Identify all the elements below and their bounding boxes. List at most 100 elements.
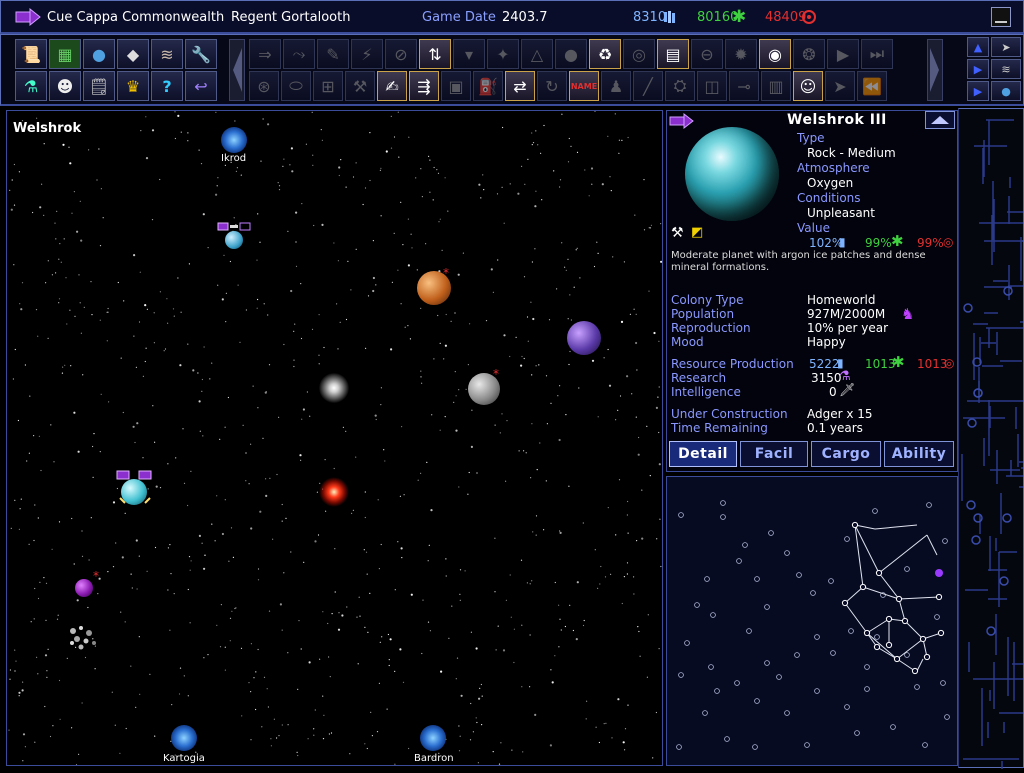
circuit-decoration xyxy=(958,108,1024,773)
fleet-marker-icon[interactable] xyxy=(115,469,155,481)
tab-detail[interactable]: Detail xyxy=(669,441,737,467)
rename-button[interactable]: NAME xyxy=(569,71,599,101)
repair-icon: ⊖ xyxy=(700,44,714,64)
fleets-button[interactable]: ≋ xyxy=(151,39,183,69)
empire-menu-button[interactable] xyxy=(15,7,41,27)
chess-button[interactable]: ♟ xyxy=(601,71,631,101)
planet-menu-button[interactable] xyxy=(669,112,695,130)
scrap-button[interactable]: ▤ xyxy=(657,39,689,69)
sentry-button[interactable]: ⊛ xyxy=(249,71,279,101)
tab-ability[interactable]: Ability xyxy=(884,441,954,467)
tab-facil[interactable]: Facil xyxy=(740,441,808,467)
ships-button[interactable]: ◆ xyxy=(117,39,149,69)
head-button[interactable]: ☺ xyxy=(793,71,823,101)
asteroid-field[interactable] xyxy=(67,623,101,653)
notes-icon: 🗒 xyxy=(88,76,110,96)
galaxy-minimap[interactable] xyxy=(666,476,992,766)
fleet-marker-icon[interactable] xyxy=(217,221,253,233)
move-button[interactable]: ⇒ xyxy=(249,39,281,69)
drop-icon: ▾ xyxy=(464,44,474,64)
skip-end-button[interactable]: ⏭ xyxy=(861,39,893,69)
planet-small-blue[interactable] xyxy=(225,231,243,249)
play-button[interactable]: ▶ xyxy=(827,39,859,69)
warp-point-ikrod[interactable] xyxy=(221,127,247,153)
next-button[interactable]: ▶ xyxy=(967,81,989,101)
planet-small-purple[interactable] xyxy=(75,579,93,597)
time-remaining-value: 0.1 years xyxy=(807,421,863,435)
fleet-view-button[interactable]: ≋ xyxy=(991,59,1021,79)
vortex-button[interactable]: ❂ xyxy=(793,39,825,69)
down-arrow-button[interactable]: ▶ xyxy=(967,59,989,79)
tools-button[interactable]: ⚒ xyxy=(345,71,375,101)
saucer-button[interactable]: ⬭ xyxy=(281,71,311,101)
mine-button[interactable]: ▣ xyxy=(441,71,471,101)
tab-cargo[interactable]: Cargo xyxy=(811,441,881,467)
recycle-button[interactable]: ♻ xyxy=(589,39,621,69)
cancel-button[interactable]: ⊘ xyxy=(385,39,417,69)
planet-view-button[interactable]: ● xyxy=(991,81,1021,101)
salvage-button[interactable]: ⛭ xyxy=(665,71,695,101)
orders-scroll-left[interactable] xyxy=(229,39,245,101)
cancel-icon: ⊘ xyxy=(394,44,408,64)
warp-button[interactable]: ✎ xyxy=(317,39,349,69)
star-red[interactable] xyxy=(319,477,349,507)
attack-button[interactable]: ⚡ xyxy=(351,39,383,69)
convert-button[interactable]: ⇄ xyxy=(505,71,535,101)
head-icon: ☺ xyxy=(799,76,817,96)
empires-button[interactable]: ♛ xyxy=(117,71,149,101)
refuel-icon: ⛽ xyxy=(478,76,498,96)
rewind-button[interactable]: ⏪ xyxy=(857,71,887,101)
ship-view-button[interactable]: ➤ xyxy=(991,37,1021,57)
cargo-icon: ⇅ xyxy=(428,44,442,64)
drop-button[interactable]: ▾ xyxy=(453,39,485,69)
ship-button[interactable]: ➤ xyxy=(825,71,855,101)
research-label: Research xyxy=(671,371,727,385)
design-button[interactable]: ▦ xyxy=(49,39,81,69)
research-flask-icon: ⚗ xyxy=(839,369,851,384)
construct-button[interactable]: ⊞ xyxy=(313,71,343,101)
repair-button[interactable]: ⊖ xyxy=(691,39,723,69)
cargo-button[interactable]: ⇅ xyxy=(419,39,451,69)
system-map[interactable]: Welshrok Ikrod Kartogia Bardron * * * xyxy=(6,110,663,766)
tank-button[interactable]: ▥ xyxy=(761,71,791,101)
warp-label-ikrod: Ikrod xyxy=(221,153,247,164)
command-toolbar: 📜 ▦ ● ◆ ≋ 🔧 ⚗ ☻ 🗒 ♛ ? ↩ ⇒ ⤳ ✎ ⚡ ⊘ ⇅ ▾ ✦ △ ● ♻ ◎ ▤ ⊖ ✹ ◉… xyxy=(0,34,1024,106)
empire-status-button[interactable]: 📜 xyxy=(15,39,47,69)
aliens-button[interactable]: ☻ xyxy=(49,71,81,101)
analyze-button[interactable]: ✍ xyxy=(377,71,407,101)
cycle-button[interactable]: ↻ xyxy=(537,71,567,101)
collapse-button[interactable] xyxy=(925,111,955,129)
transfer-button[interactable]: ↩ xyxy=(185,71,217,101)
colonize-button[interactable]: ✹ xyxy=(725,39,757,69)
homeworld-icon: ⚒ xyxy=(671,225,684,241)
minimize-button[interactable] xyxy=(991,7,1011,27)
help-button[interactable]: ? xyxy=(151,71,183,101)
top-status-bar: Cue Cappa Commonwealth Regent Gortalooth… xyxy=(0,0,1024,34)
attack-icon: ⚡ xyxy=(361,44,373,64)
value-label: Value xyxy=(797,221,830,235)
circuit-pattern xyxy=(961,119,1023,773)
research-button[interactable]: ⚗ xyxy=(15,71,47,101)
warp-point-bardron[interactable] xyxy=(420,725,446,751)
ring-button[interactable]: ◎ xyxy=(623,39,655,69)
wreck-button[interactable]: ◫ xyxy=(697,71,727,101)
minerals-icon: ✱ xyxy=(732,7,747,27)
orders-scroll-right[interactable] xyxy=(927,39,943,101)
cannon-button[interactable]: ⊸ xyxy=(729,71,759,101)
sweep-button[interactable]: ╱ xyxy=(633,71,663,101)
log-button[interactable]: 🗒 xyxy=(83,71,115,101)
planet-purple[interactable] xyxy=(567,321,601,355)
star-white[interactable] xyxy=(319,373,349,403)
path-button[interactable]: ⤳ xyxy=(283,39,315,69)
planet-alien-button[interactable]: ◉ xyxy=(759,39,791,69)
up-arrow-button[interactable]: ▲ xyxy=(967,37,989,57)
fleet-button[interactable]: ⇶ xyxy=(409,71,439,101)
fleet-icon: ≋ xyxy=(1001,62,1011,76)
sphere-button[interactable]: ● xyxy=(555,39,587,69)
lay-mines-button[interactable]: ✦ xyxy=(487,39,519,69)
warp-point-kartogia[interactable] xyxy=(171,725,197,751)
construction-button[interactable]: 🔧 xyxy=(185,39,217,69)
formation-button[interactable]: △ xyxy=(521,39,553,69)
planets-button[interactable]: ● xyxy=(83,39,115,69)
refuel-button[interactable]: ⛽ xyxy=(473,71,503,101)
